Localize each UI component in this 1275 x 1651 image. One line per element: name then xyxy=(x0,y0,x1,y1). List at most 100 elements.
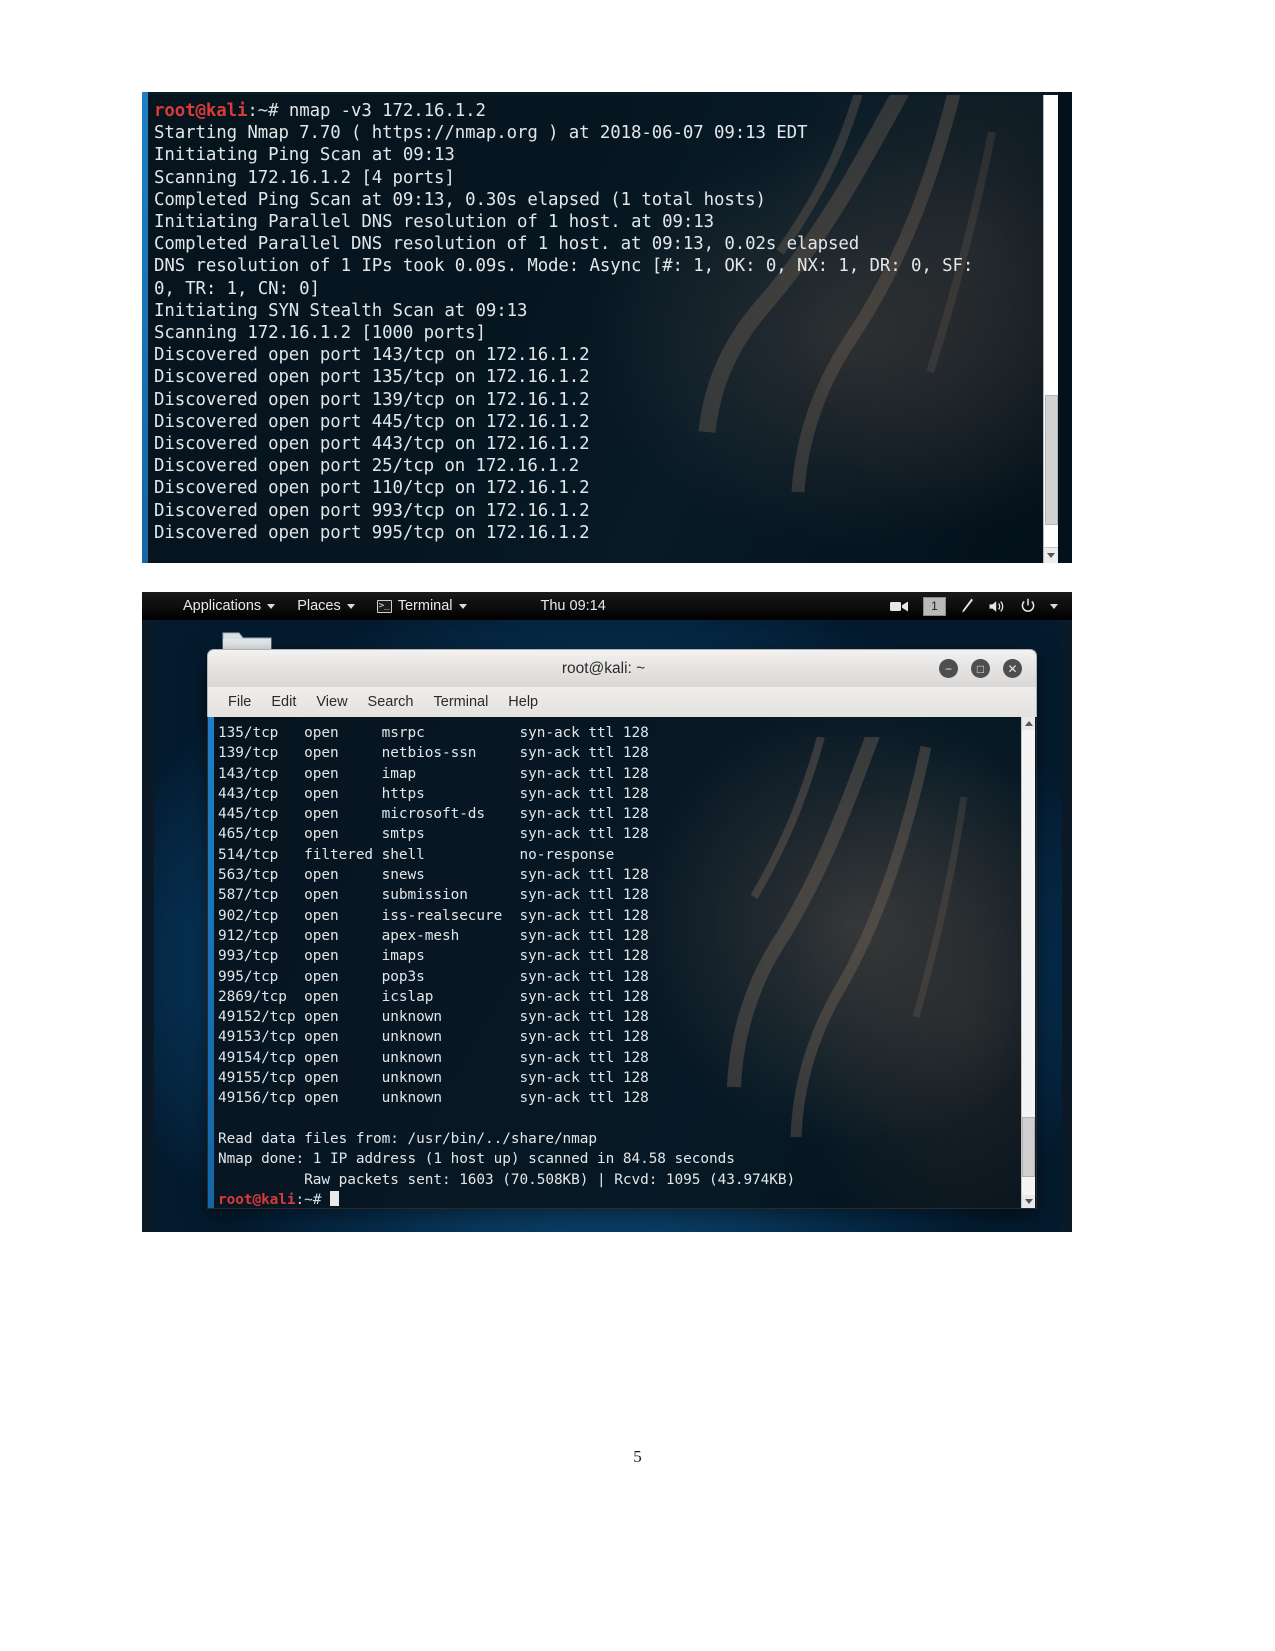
terminal-line: DNS resolution of 1 IPs took 0.09s. Mode… xyxy=(154,256,974,277)
prompt-path: :~# xyxy=(295,1191,330,1208)
terminal-line: Discovered open port 135/tcp on 172.16.1… xyxy=(154,367,590,388)
port-row: 912/tcp open apex-mesh syn-ack ttl 128 xyxy=(218,927,649,944)
terminal-line: Discovered open port 139/tcp on 172.16.1… xyxy=(154,389,590,410)
window-menubar: File Edit View Search Terminal Help xyxy=(207,687,1037,717)
port-row: 143/tcp open imap syn-ack ttl 128 xyxy=(218,765,649,782)
terminal-prompt-line: root@kali:~# xyxy=(218,1190,1036,1208)
menu-item-edit[interactable]: Edit xyxy=(263,692,304,712)
menu-applications[interactable]: Applications xyxy=(172,592,286,620)
menu-terminal-window[interactable]: >_ Terminal xyxy=(366,592,478,620)
terminal-line: Scanning 172.16.1.2 [4 ports] xyxy=(154,167,455,188)
power-icon[interactable] xyxy=(1020,598,1036,614)
scrollbar-down-arrow-icon[interactable] xyxy=(1044,547,1058,563)
terminal-icon: >_ xyxy=(376,599,392,613)
terminal-line: Discovered open port 25/tcp on 172.16.1.… xyxy=(154,456,580,477)
terminal-line: Discovered open port 143/tcp on 172.16.1… xyxy=(154,345,590,366)
terminal-line: Discovered open port 993/tcp on 172.16.1… xyxy=(154,500,590,521)
screencast-icon[interactable] xyxy=(890,599,909,613)
menu-item-search[interactable]: Search xyxy=(360,692,422,712)
terminal-right-gap xyxy=(1058,92,1072,563)
menu-item-help[interactable]: Help xyxy=(500,692,546,712)
scrollbar-up-arrow-icon[interactable] xyxy=(1022,717,1035,730)
terminal-screenshot-top: root@kali:~# nmap -v3 172.16.1.2 Starting… xyxy=(142,92,1072,563)
desktop-right-border xyxy=(1062,592,1072,1232)
port-row: 2869/tcp open icslap syn-ack ttl 128 xyxy=(218,988,649,1005)
port-row: 49155/tcp open unknown syn-ack ttl 128 xyxy=(218,1070,649,1087)
scrollbar-down-arrow-icon[interactable] xyxy=(1022,1195,1035,1208)
terminal-line: Discovered open port 443/tcp on 172.16.1… xyxy=(154,434,590,455)
terminal-scrollbar-top[interactable] xyxy=(1043,95,1058,563)
port-row: 993/tcp open imaps syn-ack ttl 128 xyxy=(218,948,649,965)
terminal-scrollbar-bottom[interactable] xyxy=(1021,717,1035,1208)
volume-icon[interactable] xyxy=(988,599,1006,614)
port-row: 49153/tcp open unknown syn-ack ttl 128 xyxy=(218,1029,649,1046)
chevron-down-icon xyxy=(458,603,467,609)
window-title: root@kali: ~ xyxy=(561,659,646,677)
maximize-button[interactable]: □ xyxy=(971,659,990,678)
terminal-line: Initiating Ping Scan at 09:13 xyxy=(154,145,455,166)
pen-tool-icon[interactable] xyxy=(960,598,974,614)
scrollbar-thumb[interactable] xyxy=(1022,1117,1035,1177)
workspace-indicator[interactable]: 1 xyxy=(923,596,946,616)
terminal-line: Scanning 172.16.1.2 [1000 ports] xyxy=(154,323,486,344)
window-controls: − □ ✕ xyxy=(939,659,1036,678)
port-row: 49156/tcp open unknown syn-ack ttl 128 xyxy=(218,1090,649,1107)
terminal-output-text: 135/tcp open msrpc syn-ack ttl 128 139/tc… xyxy=(208,717,1036,1208)
window-titlebar[interactable]: root@kali: ~ − □ ✕ xyxy=(207,649,1037,687)
gnome-top-panel: Applications Places >_ Terminal Thu 09:1… xyxy=(142,592,1072,620)
menu-terminal-label: Terminal xyxy=(397,598,453,614)
terminal-line: root@kali:~# nmap -v3 172.16.1.2 xyxy=(154,100,1072,122)
panel-clock-label: Thu 09:14 xyxy=(540,598,606,614)
port-row: 139/tcp open netbios-ssn syn-ack ttl 128 xyxy=(218,745,649,762)
desktop-screenshot-bottom: Applications Places >_ Terminal Thu 09:1… xyxy=(142,592,1072,1232)
terminal-line: Starting Nmap 7.70 ( https://nmap.org ) … xyxy=(154,123,808,144)
port-row: 465/tcp open smtps syn-ack ttl 128 xyxy=(218,826,649,843)
menu-places-label: Places xyxy=(297,598,341,614)
minimize-button[interactable]: − xyxy=(939,659,958,678)
page-number: 5 xyxy=(633,1447,642,1466)
menu-applications-label: Applications xyxy=(183,598,262,614)
menu-item-view[interactable]: View xyxy=(308,692,355,712)
workspace-number: 1 xyxy=(931,599,938,613)
prompt-path: :~# xyxy=(247,101,289,121)
prompt-user: root@kali xyxy=(154,101,248,121)
terminal-line: Initiating Parallel DNS resolution of 1 … xyxy=(154,212,714,233)
terminal-window: root@kali: ~ − □ ✕ File Edit View Search Ter… xyxy=(207,649,1037,1209)
panel-clock[interactable]: Thu 09:14 xyxy=(530,592,617,620)
chevron-down-icon xyxy=(346,603,355,609)
port-row: 49154/tcp open unknown syn-ack ttl 128 xyxy=(218,1049,649,1066)
summary-line: Read data files from: /usr/bin/../share/… xyxy=(218,1130,598,1147)
scrollbar-thumb[interactable] xyxy=(1045,395,1058,525)
prompt-user: root@kali xyxy=(218,1191,296,1208)
port-row: 49152/tcp open unknown syn-ack ttl 128 xyxy=(218,1009,649,1026)
terminal-line: Discovered open port 995/tcp on 172.16.1… xyxy=(154,522,590,543)
close-button[interactable]: ✕ xyxy=(1003,659,1022,678)
desktop-left-border xyxy=(142,592,154,1232)
port-row: 135/tcp open msrpc syn-ack ttl 128 xyxy=(218,725,649,741)
chevron-down-icon[interactable] xyxy=(1050,603,1058,609)
port-row: 587/tcp open submission syn-ack ttl 128 xyxy=(218,887,649,904)
terminal-line: 0, TR: 1, CN: 0] xyxy=(154,278,320,299)
menu-places[interactable]: Places xyxy=(286,592,366,620)
menu-item-terminal[interactable]: Terminal xyxy=(426,692,497,712)
port-row: 514/tcp filtered shell no-response xyxy=(218,846,615,863)
terminal-line: Completed Parallel DNS resolution of 1 h… xyxy=(154,234,860,255)
terminal-body: 135/tcp open msrpc syn-ack ttl 128 139/tc… xyxy=(207,717,1037,1209)
prompt-command: nmap -v3 172.16.1.2 xyxy=(288,101,486,121)
terminal-line: Discovered open port 110/tcp on 172.16.1… xyxy=(154,478,590,499)
summary-line: Nmap done: 1 IP address (1 host up) scan… xyxy=(218,1151,735,1168)
terminal-output-text: root@kali:~# nmap -v3 172.16.1.2 Starting… xyxy=(142,92,1072,544)
summary-line: Raw packets sent: 1603 (70.508KB) | Rcvd… xyxy=(218,1171,796,1188)
terminal-line: Completed Ping Scan at 09:13, 0.30s elap… xyxy=(154,189,766,210)
port-row: 563/tcp open snews syn-ack ttl 128 xyxy=(218,867,649,884)
port-row: 443/tcp open https syn-ack ttl 128 xyxy=(218,785,649,802)
terminal-line: Discovered open port 445/tcp on 172.16.1… xyxy=(154,411,590,432)
port-row: 445/tcp open microsoft-ds syn-ack ttl 12… xyxy=(218,806,649,823)
port-row: 995/tcp open pop3s syn-ack ttl 128 xyxy=(218,968,649,985)
terminal-line: Initiating SYN Stealth Scan at 09:13 xyxy=(154,300,528,321)
text-cursor xyxy=(330,1190,339,1206)
port-row: 902/tcp open iss-realsecure syn-ack ttl … xyxy=(218,907,649,924)
menu-item-file[interactable]: File xyxy=(220,692,259,712)
chevron-down-icon xyxy=(267,603,276,609)
